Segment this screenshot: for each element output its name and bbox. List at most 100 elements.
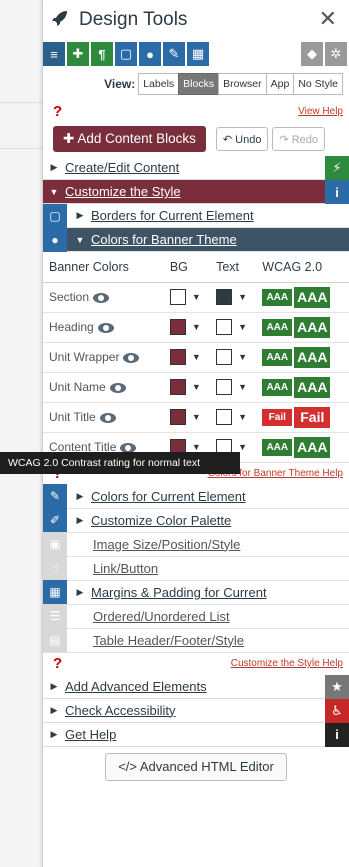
redo-button[interactable]: ↷ Redo xyxy=(272,127,326,151)
sub-margins[interactable]: ▦ ▶ Margins & Padding for Current xyxy=(43,580,349,605)
row-label-cell: Heading xyxy=(43,312,164,343)
wcag-cell: AAA AAA xyxy=(256,372,349,403)
grid-icon: ▦ xyxy=(43,580,67,604)
grid-icon[interactable]: ▦ xyxy=(187,42,209,66)
section-label: Create/Edit Content xyxy=(65,160,180,175)
text-cell: ▼ xyxy=(210,312,257,343)
view-blocks-button[interactable]: Blocks xyxy=(178,73,220,95)
square-icon[interactable]: ▢ xyxy=(115,42,137,66)
sub-colors-current[interactable]: ✎ ▶ Colors for Current Element xyxy=(43,484,349,509)
view-app-button[interactable]: App xyxy=(265,73,295,95)
bg-swatch[interactable] xyxy=(169,319,186,335)
sub-label: Borders for Current Element xyxy=(91,208,254,223)
row-label: Unit Wrapper xyxy=(49,350,120,364)
row-label-cell: Section xyxy=(43,282,164,313)
bg-swatch[interactable] xyxy=(169,379,186,395)
puzzle-icon[interactable]: ✚ xyxy=(67,42,89,66)
eye-icon[interactable] xyxy=(99,412,116,423)
text-swatch[interactable] xyxy=(216,319,233,335)
bg-swatch[interactable] xyxy=(169,349,186,365)
wcag-cell: AAA AAA xyxy=(256,282,349,313)
table-row: Heading ▼ ▼ AAA AAA xyxy=(43,312,349,343)
close-icon[interactable]: ✕ xyxy=(319,8,337,30)
info-icon: i xyxy=(325,722,349,747)
text-swatch[interactable] xyxy=(216,409,233,425)
caret-down-icon[interactable]: ▼ xyxy=(238,382,247,392)
section-label: Customize the Style xyxy=(65,184,181,199)
caret-down-icon[interactable]: ▼ xyxy=(192,382,201,392)
sub-table-header[interactable]: ▤ Table Header/Footer/Style xyxy=(43,628,349,653)
section-help[interactable]: ▶ Get Help i xyxy=(43,722,349,747)
section-customize-style[interactable]: ▼ Customize the Style i xyxy=(43,180,349,204)
caret-down-icon[interactable]: ▼ xyxy=(192,292,201,302)
caret-down-icon: ▼ xyxy=(75,234,85,245)
row-label-cell: Unit Title xyxy=(43,402,164,433)
text-swatch[interactable] xyxy=(216,289,233,305)
view-nostyle-button[interactable]: No Style xyxy=(293,73,343,95)
caret-down-icon[interactable]: ▼ xyxy=(238,442,247,452)
view-help-link[interactable]: View Help xyxy=(298,106,343,117)
caret-down-icon[interactable]: ▼ xyxy=(238,292,247,302)
wcag-large-badge: AAA xyxy=(294,436,331,458)
sub-palette[interactable]: ✐ ▶ Customize Color Palette xyxy=(43,508,349,533)
bg-cell: ▼ xyxy=(163,312,211,343)
tag-icon[interactable]: ◆ xyxy=(301,42,323,66)
image-icon: ▣ xyxy=(43,532,67,556)
eye-icon[interactable] xyxy=(109,382,126,393)
caret-down-icon[interactable]: ▼ xyxy=(238,352,247,362)
sub-image-size[interactable]: ▣ Image Size/Position/Style xyxy=(43,532,349,557)
droplet-icon[interactable]: ● xyxy=(139,42,161,66)
table-row: Unit Wrapper ▼ ▼ AAA AAA xyxy=(43,342,349,373)
view-labels-button[interactable]: Labels xyxy=(138,73,180,95)
eye-icon[interactable] xyxy=(93,292,110,303)
table-icon: ▤ xyxy=(43,628,67,652)
wcag-small-badge: AAA xyxy=(262,288,293,306)
wcag-large-badge: AAA xyxy=(294,316,331,338)
caret-down-icon[interactable]: ▼ xyxy=(192,412,201,422)
gears-icon[interactable]: ✲ xyxy=(325,42,347,66)
bg-cell: ▼ xyxy=(163,342,211,373)
brush-icon: ✎ xyxy=(43,484,67,508)
add-content-blocks-button[interactable]: ✚ Add Content Blocks xyxy=(53,126,206,152)
info-icon: i xyxy=(325,180,349,204)
sub-link-button[interactable]: ☝ Link/Button xyxy=(43,556,349,581)
advanced-html-editor-button[interactable]: </> Advanced HTML Editor xyxy=(105,752,287,781)
layout-icon[interactable]: ≡ xyxy=(43,42,65,66)
wcag-large-badge: AAA xyxy=(294,346,331,368)
help-icon: ? xyxy=(53,102,63,120)
col-bg: BG xyxy=(163,252,211,283)
section-accessibility[interactable]: ▶ Check Accessibility ♿ xyxy=(43,698,349,723)
wcag-cell: AAA AAA xyxy=(256,342,349,373)
caret-down-icon[interactable]: ▼ xyxy=(238,322,247,332)
caret-down-icon[interactable]: ▼ xyxy=(238,412,247,422)
view-browser-button[interactable]: Browser xyxy=(218,73,267,95)
sub-lists[interactable]: ☰ Ordered/Unordered List xyxy=(43,604,349,629)
caret-down-icon[interactable]: ▼ xyxy=(192,442,201,452)
bg-swatch[interactable] xyxy=(169,289,186,305)
text-swatch[interactable] xyxy=(216,379,233,395)
section-advanced[interactable]: ▶ Add Advanced Elements ★ xyxy=(43,674,349,699)
banner-colors-table: Banner Colors BG Text WCAG 2.0 Section ▼ ▼… xyxy=(43,252,349,463)
section-label: Get Help xyxy=(65,726,117,742)
text-swatch[interactable] xyxy=(216,349,233,365)
bg-swatch[interactable] xyxy=(169,409,186,425)
style-help-row: ? Customize the Style Help xyxy=(43,653,349,675)
panel-header: Design Tools ✕ xyxy=(43,0,349,40)
section-create-edit[interactable]: ▶ Create/Edit Content ⚡ xyxy=(43,156,349,180)
wcag-tooltip: WCAG 2.0 Contrast rating for normal text xyxy=(0,452,240,474)
caret-down-icon[interactable]: ▼ xyxy=(192,322,201,332)
caret-down-icon[interactable]: ▼ xyxy=(192,352,201,362)
eye-icon[interactable] xyxy=(97,322,114,333)
wcag-cell: Fail Fail xyxy=(256,402,349,433)
square-icon: ▢ xyxy=(43,203,67,228)
undo-button[interactable]: ↶ Undo xyxy=(215,127,269,151)
row-label: Heading xyxy=(49,320,94,334)
paragraph-icon[interactable]: ¶ xyxy=(91,42,113,66)
style-help-link[interactable]: Customize the Style Help xyxy=(231,658,343,669)
view-help-row: ? View Help xyxy=(43,100,349,122)
sub-colors-banner[interactable]: ● ▼ Colors for Banner Theme xyxy=(43,227,349,252)
rocket-icon xyxy=(51,9,69,32)
eye-icon[interactable] xyxy=(123,352,140,363)
brush-icon[interactable]: ✎ xyxy=(163,42,185,66)
sub-borders[interactable]: ▢ ▶ Borders for Current Element xyxy=(43,203,349,228)
